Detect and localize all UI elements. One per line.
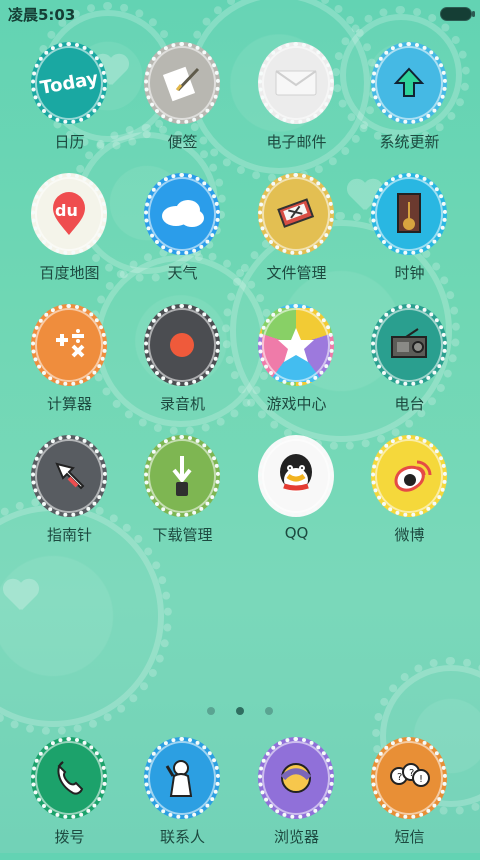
recorder-icon [144, 304, 220, 386]
app-label-radio: 电台 [394, 395, 425, 413]
dock-app-phone[interactable]: 拨号 [13, 737, 126, 860]
notes-icon [144, 42, 220, 124]
app-recorder[interactable]: 录音机 [126, 304, 239, 427]
app-label-download-manager: 下载管理 [152, 526, 213, 544]
app-game-center[interactable]: 游戏中心 [240, 304, 353, 427]
app-label-baidu-map: 百度地图 [39, 264, 100, 282]
calendar-icon: Today [31, 42, 107, 124]
qq-icon [258, 435, 334, 517]
system-update-icon [371, 42, 447, 124]
app-label-file-manager: 文件管理 [266, 264, 327, 282]
app-weather[interactable]: 天气 [126, 173, 239, 296]
app-label-weibo: 微博 [394, 526, 425, 544]
app-label-compass: 指南针 [46, 526, 92, 544]
app-label-clock: 时钟 [394, 264, 425, 282]
status-bar: 凌晨5:03 [0, 0, 480, 28]
app-label-system-update: 系统更新 [379, 133, 440, 151]
baidu-map-icon: du [31, 173, 107, 255]
app-file-manager[interactable]: 文件管理 [240, 173, 353, 296]
app-calendar[interactable]: Today 日历 [13, 42, 126, 165]
radio-icon [371, 304, 447, 386]
app-label-weather: 天气 [167, 264, 198, 282]
status-time: 凌晨5:03 [8, 6, 76, 24]
app-label-recorder: 录音机 [159, 395, 205, 413]
app-calculator[interactable]: 计算器 [13, 304, 126, 427]
svg-text:!: ! [419, 774, 423, 785]
page-indicator [0, 700, 480, 719]
app-label-qq: QQ [284, 524, 309, 542]
app-label-game-center: 游戏中心 [266, 395, 327, 413]
calculator-icon [31, 304, 107, 386]
app-notes[interactable]: 便签 [126, 42, 239, 165]
phone-icon [31, 737, 107, 819]
app-label-browser: 浏览器 [273, 828, 319, 846]
browser-icon [258, 737, 334, 819]
app-label-email: 电子邮件 [266, 133, 327, 151]
dock-app-contacts[interactable]: 联系人 [126, 737, 239, 860]
file-manager-icon [258, 173, 334, 255]
app-label-phone: 拨号 [54, 828, 85, 846]
app-compass[interactable]: 指南针 [13, 435, 126, 558]
svg-text:?: ? [397, 772, 402, 783]
app-weibo[interactable]: 微博 [353, 435, 466, 558]
game-center-icon [258, 304, 334, 386]
contacts-icon [144, 737, 220, 819]
messages-icon: ??! [371, 737, 447, 819]
app-label-notes: 便签 [167, 133, 198, 151]
dock-app-browser[interactable]: 浏览器 [240, 737, 353, 860]
clock-icon [371, 173, 447, 255]
app-download-manager[interactable]: 下载管理 [126, 435, 239, 558]
page-indicator-dot-active[interactable] [236, 707, 244, 715]
app-label-calendar: 日历 [54, 133, 85, 151]
app-qq[interactable]: QQ [240, 435, 353, 558]
weather-icon [144, 173, 220, 255]
app-clock[interactable]: 时钟 [353, 173, 466, 296]
mail-icon [258, 42, 334, 124]
app-radio[interactable]: 电台 [353, 304, 466, 427]
download-manager-icon [144, 435, 220, 517]
app-label-messages: 短信 [394, 828, 425, 846]
heart-decoration [2, 580, 56, 626]
app-baidu-map[interactable]: du 百度地图 [13, 173, 126, 296]
battery-icon [440, 7, 475, 21]
page-indicator-dot[interactable] [206, 707, 215, 715]
app-email[interactable]: 电子邮件 [240, 42, 353, 165]
app-label-calculator: 计算器 [46, 395, 92, 413]
dock-app-messages[interactable]: ??! 短信 [353, 737, 466, 860]
app-system-update[interactable]: 系统更新 [353, 42, 466, 165]
app-label-contacts: 联系人 [159, 828, 205, 846]
dock: 拨号 联系人 浏览器 ??! 短信 [0, 737, 480, 853]
svg-text:?: ? [409, 768, 414, 779]
page-indicator-dot[interactable] [265, 707, 274, 715]
compass-icon [31, 435, 107, 517]
weibo-icon [371, 435, 447, 517]
